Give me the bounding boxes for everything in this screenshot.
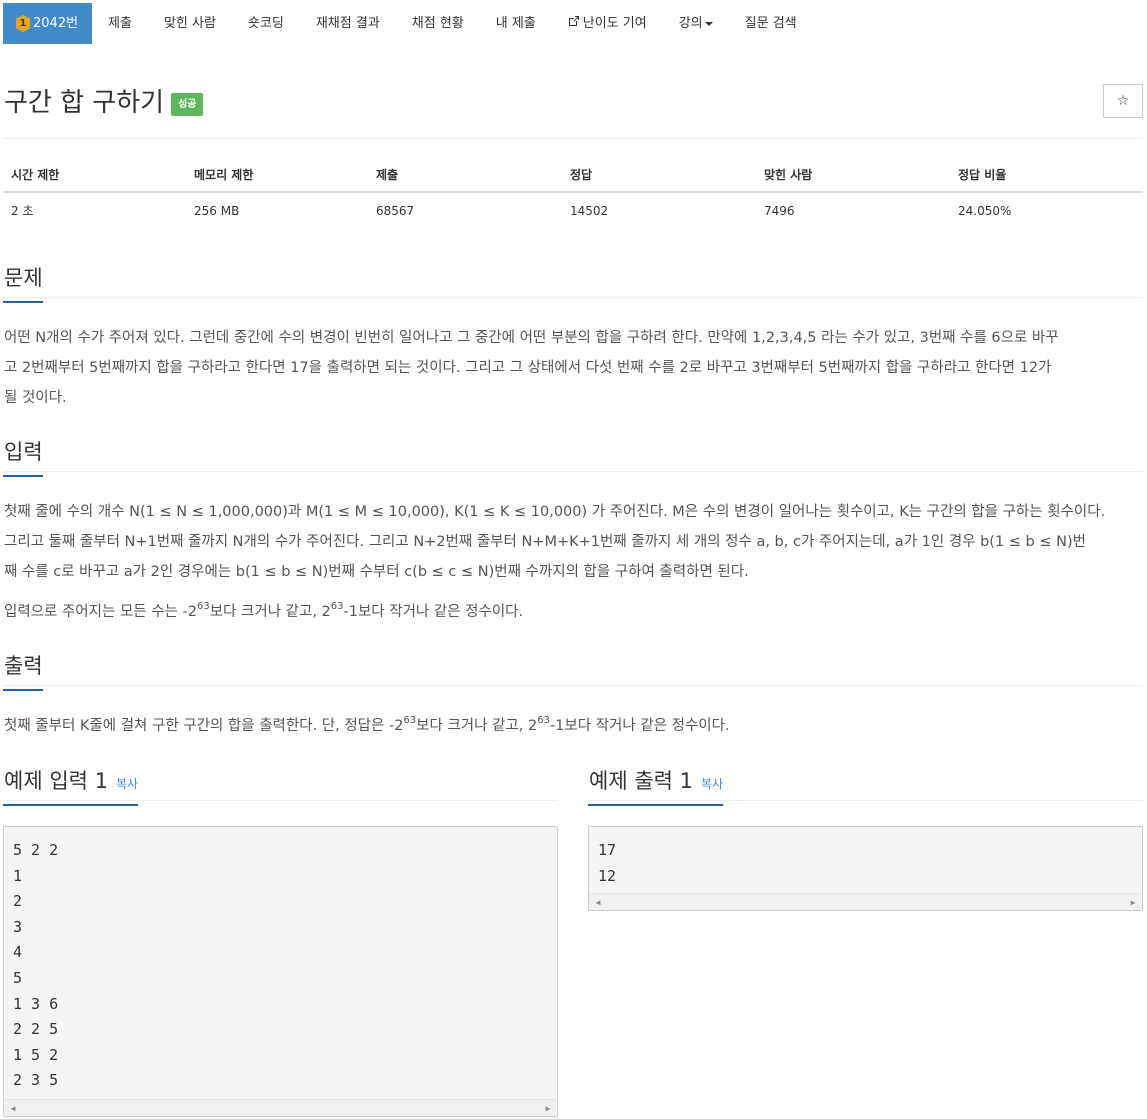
input-text-line: 첫째 줄에 수의 개수 N(1 ≤ N ≤ 1,000,000)과 M(1 ≤ … — [4, 504, 1106, 520]
nav-my-submissions[interactable]: 내 제출 — [480, 3, 552, 44]
example-input-line: 1 3 6 — [13, 994, 59, 1013]
output-text: -1보다 작거나 같은 정수이다. — [549, 718, 730, 734]
problem-title: 구간 합 구하기 성공 — [4, 82, 204, 119]
scroll-right-icon[interactable]: ▶ — [1126, 894, 1140, 911]
example-input-title: 예제 입력 1 복사 — [3, 765, 139, 806]
info-value-row: 2 초 256 MB 68567 14502 7496 24.050% — [3, 193, 1143, 229]
example-output-title: 예제 출력 1 복사 — [588, 765, 724, 806]
nav-difficulty-contribute[interactable]: 난이도 기여 — [552, 3, 663, 44]
exponent: 63 — [330, 601, 344, 613]
nav-submit[interactable]: 제출 — [92, 3, 148, 44]
section-input-header: 입력 — [3, 436, 1143, 477]
problem-text-line: 고 2번째부터 5번째까지 합을 구하라고 한다면 17을 출력하면 되는 것이… — [4, 360, 1052, 376]
nav-short-coding[interactable]: 숏코딩 — [232, 3, 300, 44]
accept-ratio-value: 24.050% — [958, 204, 1012, 218]
accepted-value: 14502 — [570, 204, 609, 218]
lecture-label: 강의 — [678, 16, 703, 31]
example-input-line: 5 2 2 — [13, 841, 59, 859]
nav-rejudge-results[interactable]: 재채점 결과 — [300, 3, 396, 44]
example-input-line: 2 2 5 — [13, 1020, 59, 1039]
status-badge: 성공 — [171, 93, 204, 116]
title-divider — [3, 138, 1143, 139]
nav-judge-status[interactable]: 채점 현황 — [396, 3, 480, 44]
example-output-title-text: 예제 출력 1 — [589, 769, 693, 793]
example-output-line: 12 — [598, 866, 617, 885]
example-input-line: 5 — [13, 968, 23, 987]
example-output-line: 17 — [598, 841, 617, 859]
section-input-title: 입력 — [3, 436, 43, 477]
output-description: 첫째 줄부터 K줄에 걸쳐 구한 구간의 합을 출력한다. 단, 정답은 -26… — [4, 711, 1143, 741]
horizontal-scrollbar[interactable]: ◀ ▶ — [4, 1099, 557, 1116]
scroll-right-icon[interactable]: ▶ — [541, 1100, 555, 1117]
exponent: 63 — [537, 715, 550, 727]
memory-limit-value: 256 MB — [194, 204, 240, 218]
section-problem-title: 문제 — [3, 262, 43, 303]
section-problem-header: 문제 — [3, 262, 1143, 303]
info-header: 메모리 제한 — [194, 168, 254, 182]
example-input-line: 1 — [13, 866, 23, 885]
problem-text-line: 어떤 N개의 수가 주어져 있다. 그런데 중간에 수의 변경이 빈번히 일어나… — [4, 330, 1059, 346]
nav-problem-number[interactable]: 1 2042번 — [3, 3, 93, 44]
exponent: 63 — [196, 601, 210, 613]
example-input-box[interactable]: 5 2 2 1 2 3 4 5 1 3 6 2 2 5 1 5 2 2 3 5 … — [3, 826, 558, 1117]
copy-input-button[interactable]: 복사 — [116, 777, 138, 791]
range-text: 보다 크거나 같고, 2 — [209, 604, 331, 620]
example-input-line: 2 3 5 — [13, 1071, 59, 1090]
copy-output-button[interactable]: 복사 — [701, 777, 723, 791]
difficulty-contribute-label: 난이도 기여 — [582, 16, 647, 31]
horizontal-scrollbar[interactable]: ◀ ▶ — [589, 893, 1142, 910]
solved-users-value: 7496 — [764, 204, 795, 218]
input-description: 첫째 줄에 수의 개수 N(1 ≤ N ≤ 1,000,000)과 M(1 ≤ … — [4, 497, 1143, 587]
tier-badge-icon: 1 — [16, 15, 30, 32]
time-limit-value: 2 초 — [11, 204, 34, 218]
star-button[interactable]: ☆ — [1103, 84, 1143, 118]
info-header: 정답 비율 — [958, 168, 1007, 182]
example-output-header: 예제 출력 1 복사 — [588, 765, 1143, 806]
output-text: 보다 크거나 같고, 2 — [416, 718, 538, 734]
range-text: -1보다 작거나 같은 정수이다. — [343, 604, 524, 620]
example-input-line: 4 — [13, 943, 23, 962]
example-output-box[interactable]: 17 12 ◀ ▶ — [588, 826, 1143, 911]
external-link-icon — [568, 3, 580, 44]
problem-text-line: 될 것이다. — [4, 390, 67, 406]
exponent: 63 — [403, 715, 417, 727]
info-header: 시간 제한 — [11, 168, 60, 182]
nav-question-search[interactable]: 질문 검색 — [729, 3, 813, 44]
range-text: 입력으로 주어지는 모든 수는 -2 — [4, 604, 197, 620]
example-input-title-text: 예제 입력 1 — [4, 769, 108, 793]
info-header: 정답 — [570, 168, 593, 182]
scroll-left-icon[interactable]: ◀ — [591, 894, 605, 911]
problem-title-text: 구간 합 구하기 — [4, 88, 165, 118]
info-header: 제출 — [376, 168, 399, 182]
scroll-left-icon[interactable]: ◀ — [6, 1100, 20, 1117]
submissions-value: 68567 — [376, 204, 415, 218]
input-text-line: 그리고 둘째 줄부터 N+1번째 줄까지 N개의 수가 주어진다. 그리고 N+… — [4, 534, 1086, 550]
caret-down-icon — [704, 21, 713, 26]
nav-solved-users[interactable]: 맞힌 사람 — [148, 3, 232, 44]
info-header-row: 시간 제한 메모리 제한 제출 정답 맞힌 사람 정답 비율 — [3, 158, 1143, 193]
star-icon: ☆ — [1116, 93, 1130, 109]
problem-description: 어떤 N개의 수가 주어져 있다. 그런데 중간에 수의 변경이 빈번히 일어나… — [4, 323, 1143, 413]
info-header: 맞힌 사람 — [764, 168, 813, 182]
section-output-title: 출력 — [3, 650, 43, 691]
input-text-line: 째 수를 c로 바꾸고 a가 2인 경우에는 b(1 ≤ b ≤ N)번째 수부… — [4, 564, 749, 580]
example-input-line: 1 5 2 — [13, 1045, 59, 1064]
section-output-header: 출력 — [3, 650, 1143, 691]
input-range-text: 입력으로 주어지는 모든 수는 -263보다 크거나 같고, 263-1보다 작… — [4, 597, 1143, 627]
nav-lecture-dropdown[interactable]: 강의 — [663, 3, 729, 44]
example-input-line: 3 — [13, 917, 23, 936]
problem-number-label: 2042번 — [33, 16, 79, 31]
example-input-line: 2 — [13, 892, 23, 911]
output-text: 첫째 줄부터 K줄에 걸쳐 구한 구간의 합을 출력한다. 단, 정답은 -2 — [4, 718, 404, 734]
problem-nav: 1 2042번 제출 맞힌 사람 숏코딩 재채점 결과 채점 현황 내 제출 난… — [3, 3, 813, 44]
example-input-header: 예제 입력 1 복사 — [3, 765, 558, 806]
problem-info-table: 시간 제한 메모리 제한 제출 정답 맞힌 사람 정답 비율 2 초 256 M… — [3, 158, 1143, 229]
